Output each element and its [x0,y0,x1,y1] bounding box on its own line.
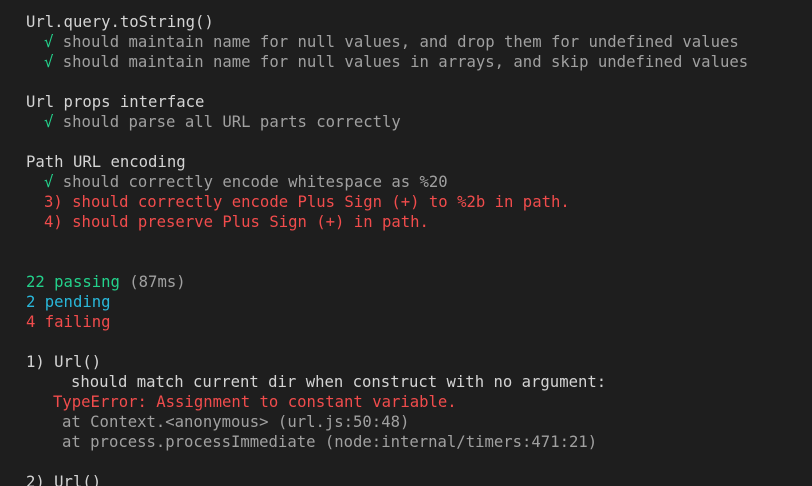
stack-frame: at process.processImmediate (node:intern… [62,433,598,451]
passing-count: 22 passing [26,273,120,291]
summary-pending: 2 pending [26,293,111,311]
duration: (87ms) [129,273,186,291]
failed-test: 4) should preserve Plus Sign (+) in path… [44,213,429,231]
passed-test: √ should maintain name for null values i… [26,52,748,72]
test-name: should maintain name for null values, an… [62,33,739,51]
check-mark-icon: √ [44,113,54,131]
failure-header: 1) Url() [26,353,102,371]
test-report: Url.query.toString() √ should maintain n… [26,12,748,486]
summary-passing: 22 passing (87ms) [26,272,748,292]
failure-header: 2) Url() [26,473,102,486]
suite-title: Url.query.toString() [26,13,214,31]
failure-title: should match current dir when construct … [71,373,607,391]
stack-frame: at Context.<anonymous> (url.js:50:48) [62,413,410,431]
check-mark-icon: √ [44,33,54,51]
suite-title: Url props interface [26,93,205,111]
passed-test: √ should correctly encode whitespace as … [26,172,748,192]
test-name: should maintain name for null values in … [62,53,749,71]
passed-test: √ should maintain name for null values, … [26,32,748,52]
test-name: should correctly encode whitespace as %2… [62,173,448,191]
check-mark-icon: √ [44,53,54,71]
test-name: should parse all URL parts correctly [62,113,401,131]
summary-failing: 4 failing [26,313,111,331]
error-message: TypeError: Assignment to constant variab… [53,393,457,411]
check-mark-icon: √ [44,173,54,191]
failed-test: 3) should correctly encode Plus Sign (+)… [44,193,570,211]
suite-title: Path URL encoding [26,153,186,171]
terminal-output: Url.query.toString() √ should maintain n… [0,0,812,486]
passed-test: √ should parse all URL parts correctly [26,112,748,132]
